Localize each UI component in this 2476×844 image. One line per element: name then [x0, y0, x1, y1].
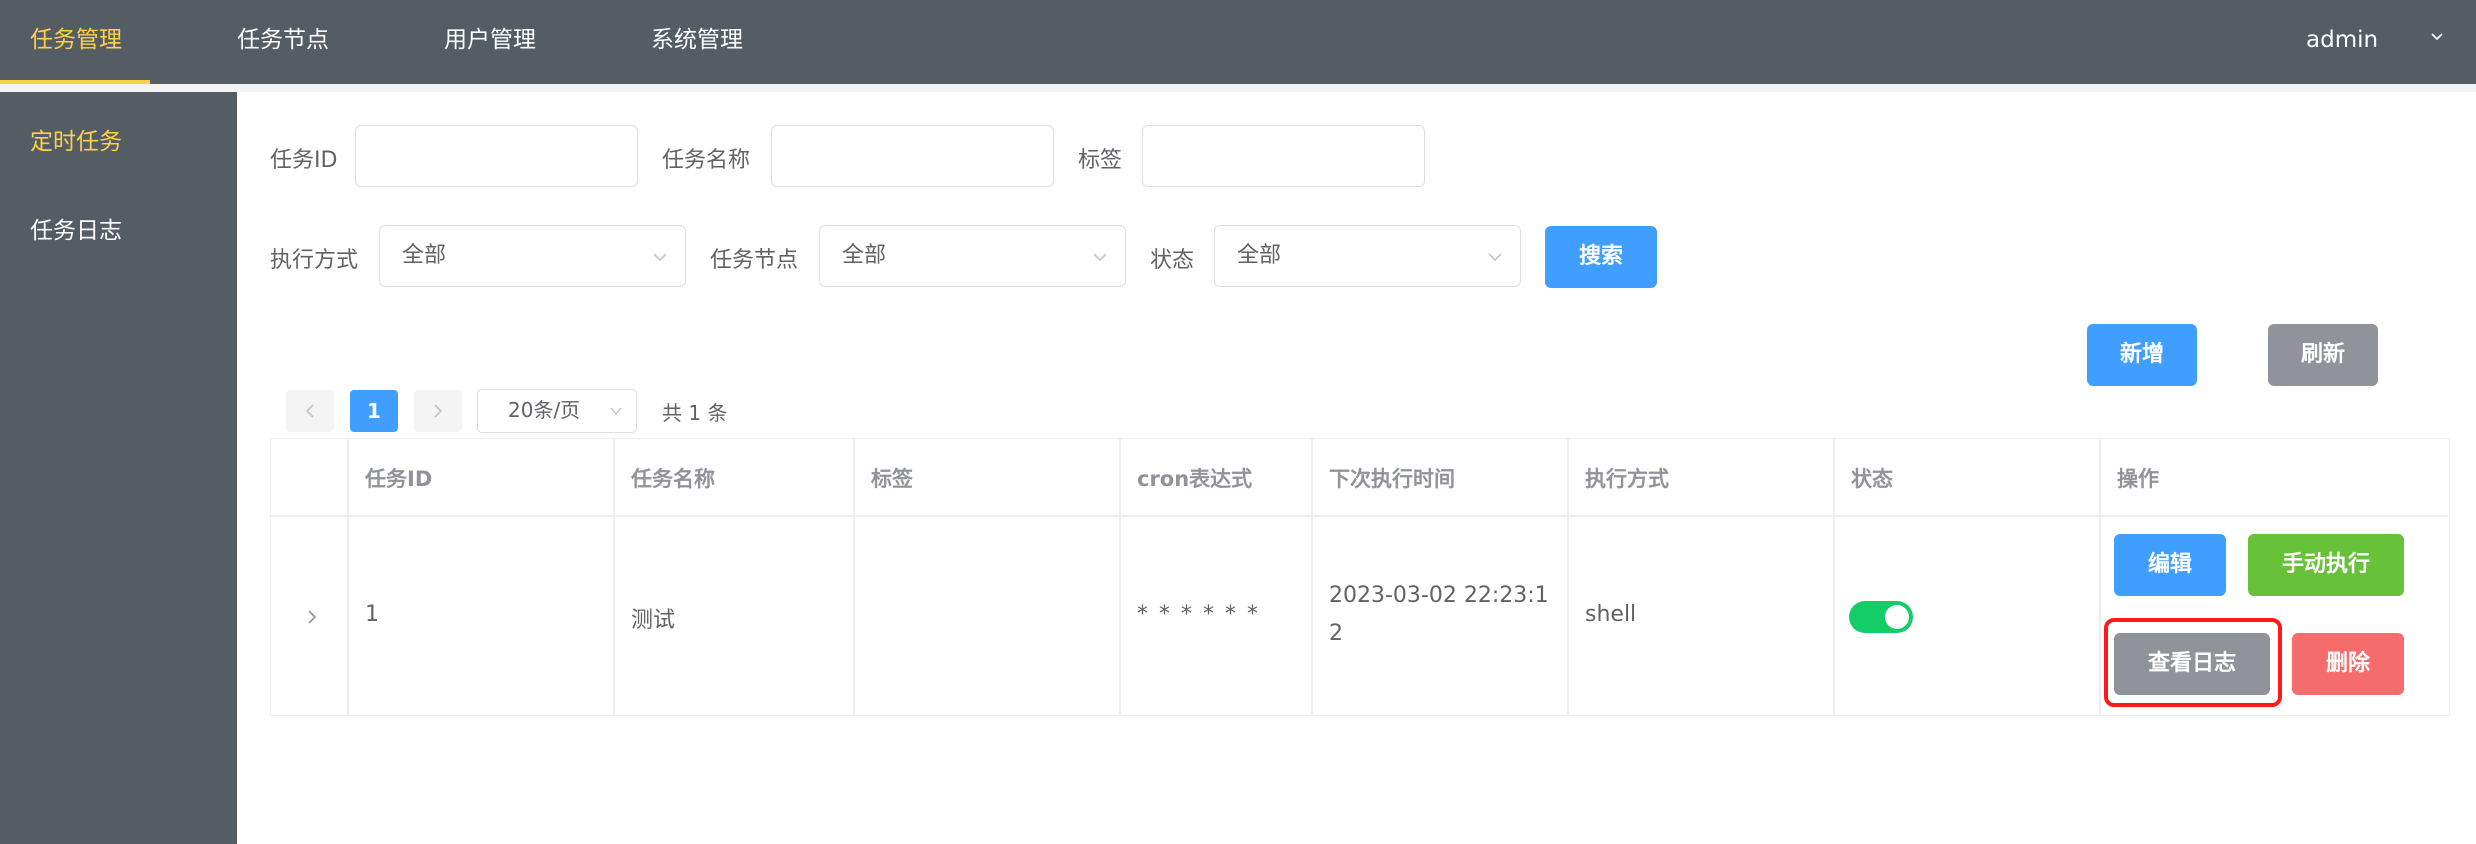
- node-label: 任务节点: [710, 248, 799, 273]
- table-col-divider: [853, 439, 855, 715]
- task-id-input[interactable]: [355, 125, 638, 187]
- nav-item-user-management[interactable]: 用户管理: [444, 0, 536, 84]
- status-select[interactable]: 全部: [1214, 225, 1521, 287]
- cell-task-name: 测试: [631, 608, 676, 633]
- toggle-knob: [1885, 605, 1909, 629]
- column-header-exec-mode[interactable]: 执行方式: [1585, 463, 1669, 493]
- chevron-left-icon: [305, 404, 314, 418]
- column-header-task-id[interactable]: 任务ID: [365, 463, 432, 493]
- task-name-input[interactable]: [771, 125, 1054, 187]
- exec-mode-value: 全部: [402, 243, 447, 268]
- add-button[interactable]: 新增: [2087, 324, 2197, 386]
- delete-button[interactable]: 删除: [2292, 633, 2404, 695]
- status-toggle[interactable]: [1849, 601, 1913, 633]
- next-page-button[interactable]: [414, 390, 462, 432]
- table-col-divider: [1567, 439, 1569, 715]
- nav-item-task-management[interactable]: 任务管理: [30, 0, 122, 84]
- prev-page-button[interactable]: [286, 390, 334, 432]
- table-col-divider: [1311, 439, 1313, 715]
- task-name-label: 任务名称: [662, 148, 751, 173]
- chevron-down-icon: [1093, 253, 1107, 262]
- page-size-select[interactable]: 20条/页: [477, 389, 637, 433]
- nav-item-task-nodes[interactable]: 任务节点: [237, 0, 329, 84]
- chevron-down-icon: [653, 253, 667, 262]
- chevron-down-icon: [1488, 253, 1502, 262]
- table-col-divider: [613, 439, 615, 715]
- tag-input[interactable]: [1142, 125, 1425, 187]
- nav-divider: [0, 84, 2476, 92]
- column-header-cron[interactable]: cron表达式: [1137, 463, 1252, 493]
- chevron-down-icon[interactable]: [2430, 30, 2444, 44]
- node-select[interactable]: 全部: [819, 225, 1126, 287]
- cell-task-id: 1: [365, 602, 379, 627]
- pagination-total: 共 1 条: [662, 401, 728, 425]
- table-col-divider: [1833, 439, 1835, 715]
- cell-next-run-time-line2: 2: [1329, 621, 1343, 646]
- sidebar-item-scheduled-tasks[interactable]: 定时任务: [30, 122, 122, 156]
- edit-button[interactable]: 编辑: [2114, 534, 2226, 596]
- chevron-right-icon: [434, 404, 443, 418]
- chevron-down-icon: [610, 407, 622, 416]
- task-id-label: 任务ID: [270, 148, 338, 173]
- nav-item-system-management[interactable]: 系统管理: [651, 0, 743, 84]
- page-size-value: 20条/页: [508, 398, 581, 422]
- sidebar-item-task-logs[interactable]: 任务日志: [30, 211, 122, 245]
- table-col-divider: [2099, 439, 2101, 715]
- column-header-task-name[interactable]: 任务名称: [631, 463, 715, 493]
- highlight-box: [2104, 618, 2282, 707]
- column-header-status[interactable]: 状态: [1851, 463, 1893, 493]
- top-navbar: 任务管理 任务节点 用户管理 系统管理 admin: [0, 0, 2476, 84]
- column-header-tag[interactable]: 标签: [871, 463, 913, 493]
- status-label: 状态: [1150, 248, 1195, 273]
- cell-exec-mode: shell: [1585, 602, 1637, 627]
- exec-mode-label: 执行方式: [270, 248, 359, 273]
- page-number-current[interactable]: 1: [350, 390, 398, 432]
- exec-mode-select[interactable]: 全部: [379, 225, 686, 287]
- chevron-right-icon[interactable]: [305, 607, 319, 627]
- search-button[interactable]: 搜索: [1545, 226, 1657, 288]
- status-value: 全部: [1237, 243, 1282, 268]
- table-col-divider: [1119, 439, 1121, 715]
- node-value: 全部: [842, 243, 887, 268]
- table-col-divider: [347, 439, 349, 715]
- run-now-button[interactable]: 手动执行: [2248, 534, 2404, 596]
- table-header-divider: [271, 515, 2448, 517]
- refresh-button[interactable]: 刷新: [2268, 324, 2378, 386]
- cell-cron: * * * * * *: [1137, 602, 1260, 627]
- cell-next-run-time-line1: 2023-03-02 22:23:1: [1329, 583, 1549, 608]
- column-header-next-run-time[interactable]: 下次执行时间: [1329, 463, 1455, 493]
- column-header-actions[interactable]: 操作: [2117, 463, 2159, 493]
- user-menu[interactable]: admin: [2306, 0, 2378, 84]
- tag-label: 标签: [1078, 148, 1123, 173]
- sidebar: 定时任务 任务日志: [0, 92, 237, 844]
